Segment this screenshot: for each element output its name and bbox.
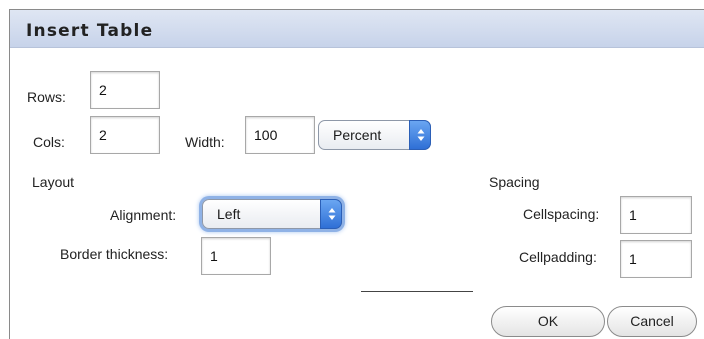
alignment-select[interactable]: Left bbox=[202, 199, 342, 229]
spacing-heading: Spacing bbox=[489, 174, 540, 190]
updown-arrows-icon bbox=[409, 120, 431, 150]
cols-input[interactable]: 2 bbox=[90, 116, 160, 154]
rows-label: Rows: bbox=[27, 89, 66, 105]
alignment-value: Left bbox=[217, 206, 241, 222]
updown-arrows-icon bbox=[320, 199, 342, 229]
width-unit-value: Percent bbox=[333, 127, 382, 143]
alignment-label: Alignment: bbox=[110, 207, 177, 223]
cellspacing-label: Cellspacing: bbox=[523, 206, 600, 222]
ok-button[interactable]: OK bbox=[491, 306, 605, 337]
cellspacing-input[interactable]: 1 bbox=[620, 196, 692, 234]
dialog-titlebar: Insert Table bbox=[10, 10, 704, 48]
width-input[interactable]: 100 bbox=[245, 116, 315, 154]
insert-table-dialog: Insert Table Rows: 2 Cols: 2 Width: 100 … bbox=[9, 9, 704, 339]
cols-label: Cols: bbox=[33, 134, 65, 150]
cellpadding-label: Cellpadding: bbox=[519, 249, 597, 265]
divider-line bbox=[361, 291, 473, 292]
cellpadding-input[interactable]: 1 bbox=[620, 240, 692, 278]
border-thickness-label: Border thickness: bbox=[60, 246, 169, 262]
border-thickness-input[interactable]: 1 bbox=[201, 237, 271, 275]
layout-heading: Layout bbox=[32, 174, 75, 190]
width-label: Width: bbox=[185, 134, 225, 150]
cancel-button[interactable]: Cancel bbox=[607, 306, 697, 337]
width-unit-select[interactable]: Percent bbox=[318, 120, 431, 150]
rows-input[interactable]: 2 bbox=[90, 71, 160, 109]
dialog-title: Insert Table bbox=[26, 21, 154, 41]
